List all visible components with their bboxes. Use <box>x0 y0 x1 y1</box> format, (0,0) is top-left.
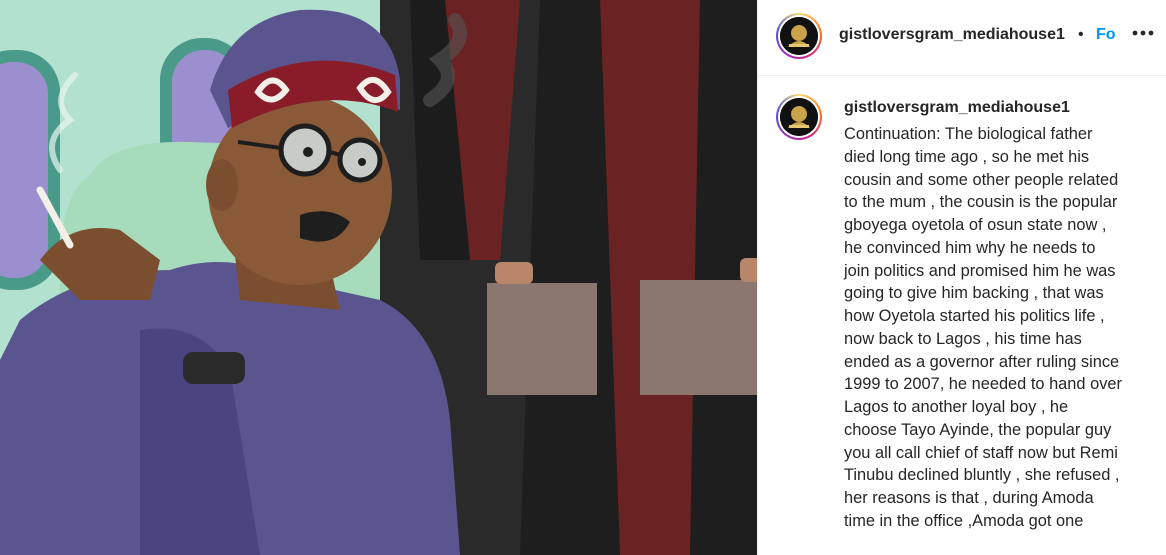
post-image[interactable] <box>0 0 757 555</box>
caption-avatar[interactable] <box>776 94 822 140</box>
post-header: gistloversgram_mediahouse1 • Follow <box>758 0 1166 76</box>
profile-logo-icon <box>780 17 818 55</box>
briefcase-right <box>640 280 757 395</box>
follow-button[interactable]: Follow <box>1096 26 1116 44</box>
profile-logo-icon <box>780 98 818 136</box>
post-panel: gistloversgram_mediahouse1 • Follow <box>757 0 1166 555</box>
caption-username[interactable]: gistloversgram_mediahouse1 <box>844 99 1070 117</box>
avatar[interactable] <box>776 13 822 59</box>
caption-text: Continuation: The biological father died… <box>844 125 1122 530</box>
briefcase-left <box>487 283 597 395</box>
more-options-button[interactable] <box>1130 20 1156 46</box>
cartoon-illustration <box>0 0 757 555</box>
more-horizontal-icon <box>1132 30 1154 36</box>
caption-area: gistloversgram_mediahouse1 Continuation:… <box>758 77 1166 555</box>
post-username[interactable]: gistloversgram_mediahouse1 <box>839 26 1065 44</box>
wristwatch <box>183 352 245 384</box>
separator-dot: • <box>1078 26 1084 43</box>
